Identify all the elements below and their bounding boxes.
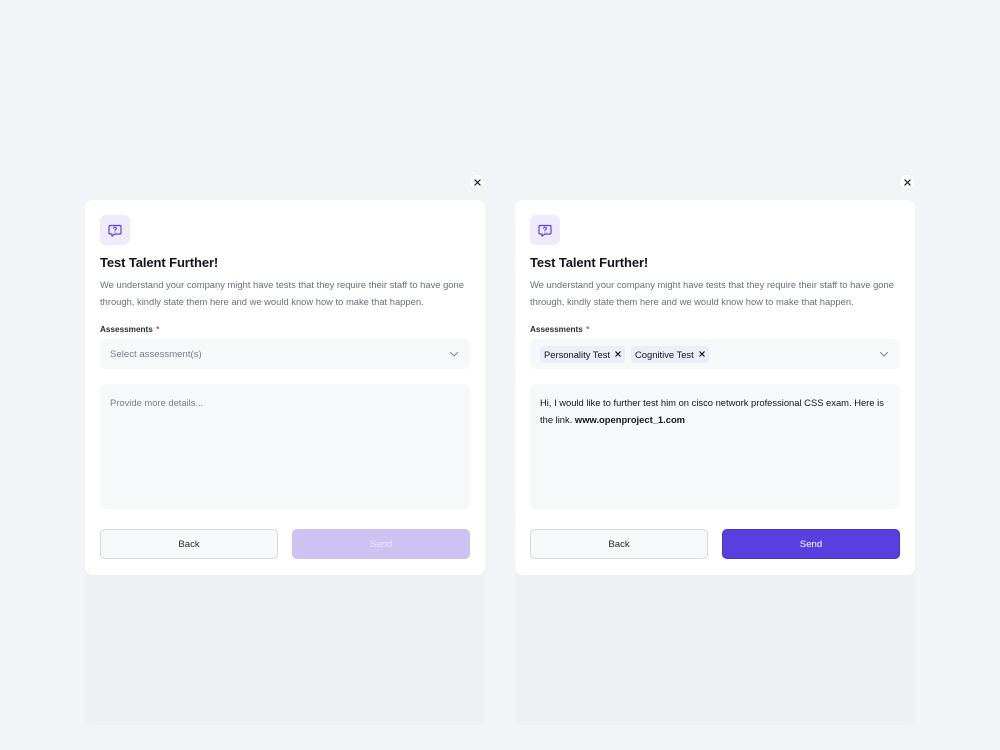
assessments-select[interactable]: Personality Test Cognitive Test — [530, 339, 900, 369]
close-icon — [903, 178, 911, 186]
assessments-label: Assessments * — [530, 325, 589, 334]
selected-tag: Cognitive Test — [631, 345, 709, 363]
send-button[interactable]: Send — [292, 529, 470, 559]
assessments-label-text: Assessments — [530, 325, 583, 334]
modal-description: We understand your company might have te… — [100, 279, 464, 307]
selected-tag: Personality Test — [540, 345, 626, 363]
question-chat-icon — [100, 215, 130, 245]
question-chat-icon — [530, 215, 560, 245]
required-mark: * — [156, 325, 160, 334]
modal-title: Test Talent Further! — [100, 255, 219, 270]
tag-label: Cognitive Test — [635, 348, 694, 360]
chevron-down-icon — [449, 351, 459, 357]
close-button-right[interactable] — [900, 175, 914, 189]
required-mark: * — [586, 325, 590, 334]
assessments-label-text: Assessments — [100, 325, 153, 334]
close-button-left[interactable] — [470, 175, 484, 189]
details-placeholder: Provide more details... — [110, 397, 204, 408]
chevron-down-icon — [879, 351, 889, 357]
remove-tag-icon[interactable] — [698, 351, 705, 357]
back-button[interactable]: Back — [100, 529, 278, 559]
test-talent-modal-empty: Test Talent Further! We understand your … — [85, 200, 485, 575]
tag-label: Personality Test — [544, 348, 611, 360]
test-talent-modal-filled: Test Talent Further! We understand your … — [515, 200, 915, 575]
details-link[interactable]: www.openproject_1.com — [575, 414, 685, 425]
modal-title: Test Talent Further! — [530, 255, 649, 270]
send-button[interactable]: Send — [722, 529, 900, 559]
assessments-label: Assessments * — [100, 325, 159, 334]
assessments-select[interactable]: Select assessment(s) — [100, 339, 470, 369]
back-button[interactable]: Back — [530, 529, 708, 559]
details-textarea[interactable]: Hi, I would like to further test him on … — [530, 384, 900, 509]
modal-description: We understand your company might have te… — [530, 279, 894, 307]
remove-tag-icon[interactable] — [615, 351, 621, 357]
assessments-select-placeholder: Select assessment(s) — [110, 348, 202, 360]
details-textarea[interactable]: Provide more details... — [100, 384, 470, 509]
close-icon — [473, 178, 481, 186]
